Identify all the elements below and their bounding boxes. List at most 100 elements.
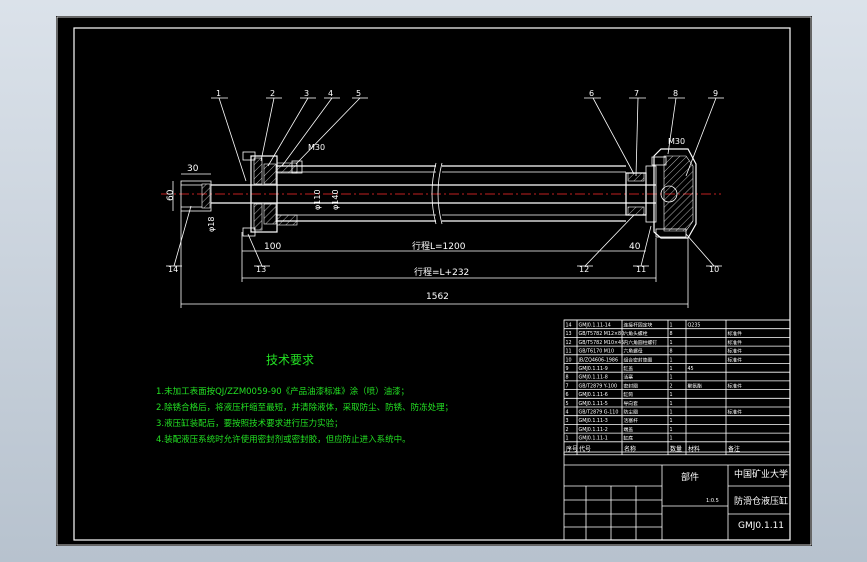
bom-cell-seq: 12	[566, 340, 572, 346]
balloon-5: 5	[356, 89, 361, 98]
bom-cell-code: GMJ0.1.11-8	[579, 375, 608, 381]
bom-cell-code: GMJ0.1.11-14	[579, 323, 611, 329]
bom-cell-seq: 9	[566, 366, 569, 372]
balloon-12: 12	[579, 265, 589, 274]
bom-cell-code: GMJ0.1.11-6	[579, 392, 608, 398]
dim-60: 60	[166, 189, 176, 201]
bom-cell-name: 缸底	[624, 435, 634, 442]
bom-cell-qty: 1	[670, 410, 673, 416]
outer-border	[56, 16, 812, 546]
bom-cell-code: GMJ0.1.11-3	[579, 418, 608, 424]
balloon-14: 14	[168, 265, 178, 274]
balloon-9: 9	[713, 89, 718, 98]
bom-cell-seq: 11	[566, 349, 572, 355]
balloon-13: 13	[256, 265, 266, 274]
parts-list: 14 GMJ0.1.11-14 连接杆固定块 1 Q23513 GB/T5782 M12×…	[563, 319, 791, 456]
bom-header-code: 代号	[579, 445, 591, 453]
dim-m30-right: M30	[668, 137, 685, 146]
dim-total: 1562	[426, 292, 449, 302]
requirement-2: 2.除锈合格后，将液压杆缩至最短，并清除液体，采取防尘、防锈、防冻处理；	[156, 402, 453, 413]
bom-cell-name: 端盖	[624, 426, 634, 433]
bom-cell-qty: 1	[670, 392, 673, 398]
bom-cell-seq: 3	[566, 418, 569, 424]
bom-cell-seq: 10	[566, 357, 572, 363]
bom-cell-material: 45	[688, 366, 694, 372]
bom-cell-name: 六角螺母	[624, 348, 643, 355]
title-part-name: 防滑仓液压缸	[734, 495, 788, 507]
balloon-1: 1	[216, 89, 221, 98]
bom-cell-qty: 1	[670, 375, 673, 381]
title-school: 中国矿业大学	[734, 468, 788, 480]
bom-cell-name: 六角头螺栓	[624, 330, 648, 337]
bom-header-seq: 序号	[566, 445, 578, 453]
bom-cell-name: 密封圈	[624, 382, 639, 389]
balloon-10: 10	[709, 265, 719, 274]
rod-eye-hatch	[201, 183, 211, 209]
bom-cell-name: 连接杆固定块	[624, 322, 653, 329]
dim-stroke2: 行程=L+232	[414, 266, 469, 278]
bom-cell-seq: 5	[566, 401, 569, 407]
bom-cell-qty: 1	[670, 357, 673, 363]
title-block: 部件 中国矿业大学 防滑仓液压缸 GMJ0.1.11 1:0.5	[563, 451, 791, 541]
bom-cell-material: 聚氨酯	[688, 382, 703, 389]
bom-cell-name: 防尘圈	[624, 409, 639, 416]
bom-cell-qty: 1	[670, 418, 673, 424]
bom-cell-code: JB/ZQ4606-1986	[578, 357, 619, 363]
bom-cell-code: GMJ0.1.11-1	[579, 436, 608, 442]
bom-cell-note: 标准件	[728, 409, 743, 416]
bom-cell-name: 活塞杆	[624, 417, 639, 424]
dim-40: 40	[629, 242, 641, 252]
bom-cell-code: GMJ0.1.11-5	[579, 401, 608, 407]
bom-cell-qty: 2	[670, 383, 673, 389]
cylinder-assembly	[180, 148, 697, 239]
bom-header-qty: 数量	[670, 445, 682, 453]
technical-requirements: 技术要求 1.未加工表面按QJ/ZZM0059-90《产品油漆标准》涂（喷）油漆…	[156, 353, 453, 445]
requirement-3: 3.液压缸装配后，要按照技术要求进行压力实验；	[156, 418, 343, 429]
balloon-3: 3	[304, 89, 309, 98]
bom-cell-note: 标准件	[728, 330, 743, 337]
bom-cell-code: GB/T5782 M12×80	[579, 331, 625, 337]
bom-cell-material: Q235	[688, 323, 701, 329]
bom-cell-note: 标准件	[728, 339, 743, 346]
bom-cell-note: 标准件	[728, 356, 743, 363]
bom-cell-seq: 8	[566, 375, 569, 381]
bom-cell-qty: 1	[670, 323, 673, 329]
requirement-1: 1.未加工表面按QJ/ZZM0059-90《产品油漆标准》涂（喷）油漆；	[156, 386, 409, 397]
bom-cell-seq: 6	[566, 392, 569, 398]
dim-phi18: φ18	[207, 217, 216, 232]
bom-cell-qty: 1	[670, 401, 673, 407]
balloon-11: 11	[636, 265, 646, 274]
balloon-6: 6	[589, 89, 594, 98]
bom-cell-name: 缸盖	[624, 365, 634, 372]
bom-cell-qty: 1	[670, 340, 673, 346]
dim-stroke: 行程L=1200	[412, 240, 466, 252]
bom-cell-qty: 8	[670, 331, 673, 337]
bom-cell-name: 缸筒	[624, 391, 634, 398]
bom-cell-seq: 2	[566, 427, 569, 433]
balloon-4: 4	[328, 89, 333, 98]
bom-header-note: 备注	[728, 445, 740, 453]
bom-cell-seq: 14	[566, 323, 572, 329]
balloon-8: 8	[673, 89, 678, 98]
drawing-canvas[interactable]: 1 2 3 4 5 6 7 8 9 14 13 12 11 10 30 60 φ…	[56, 16, 812, 546]
cad-drawing: 1 2 3 4 5 6 7 8 9 14 13 12 11 10 30 60 φ…	[56, 16, 812, 546]
requirement-4: 4.装配液压系统时允许使用密封剂或密封胶，但应防止进入系统中。	[156, 434, 411, 445]
bom-cell-name: 活塞	[624, 374, 634, 381]
title-label-part: 部件	[681, 471, 699, 483]
bom-header-name: 名称	[624, 445, 636, 453]
bom-header-material: 材料	[688, 445, 700, 453]
balloon-7: 7	[634, 89, 639, 98]
bom-cell-name: 内六角圆柱螺钉	[624, 339, 658, 346]
title-scale: 1:0.5	[706, 498, 719, 504]
balloon-2: 2	[270, 89, 275, 98]
bom-cell-seq: 1	[566, 436, 569, 442]
bom-cell-name: 导向套	[624, 400, 639, 407]
bom-cell-code: GMJ0.1.11-9	[579, 366, 608, 372]
bom-cell-seq: 4	[566, 410, 569, 416]
bom-cell-code: GB/T2879 Y-100	[579, 383, 618, 389]
dimensions: 30 60 φ18 M30 M30 φ110 φ140 100 行程L=1200…	[166, 137, 689, 308]
bom-cell-qty: 1	[670, 436, 673, 442]
bom-cell-note: 标准件	[728, 382, 743, 389]
bom-cell-seq: 7	[566, 383, 569, 389]
bom-cell-seq: 13	[566, 331, 572, 337]
